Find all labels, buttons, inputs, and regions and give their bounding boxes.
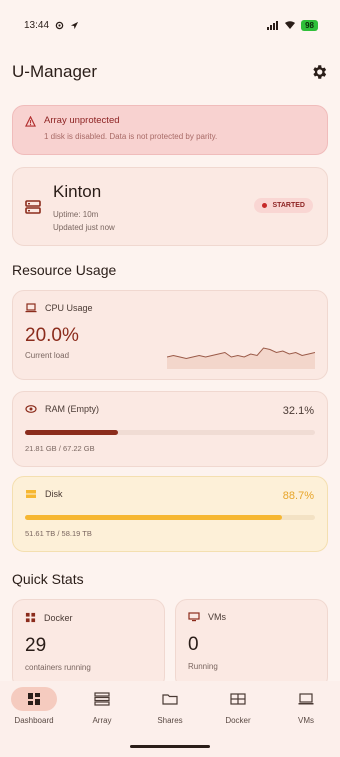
nav-item-dashboard[interactable]: Dashboard bbox=[4, 687, 64, 757]
quick-stats-title: Quick Stats bbox=[12, 571, 84, 587]
disk-icon bbox=[26, 490, 36, 498]
vms-icon bbox=[298, 693, 314, 705]
status-dot bbox=[262, 203, 268, 208]
settings-status-icon bbox=[55, 21, 64, 29]
docker-grid-icon bbox=[25, 612, 36, 623]
status-bar: 13:44 98 bbox=[0, 0, 340, 50]
vms-stat-card[interactable]: VMs 0 Running bbox=[175, 599, 328, 689]
docker-stat-sub: containers running bbox=[25, 663, 91, 672]
docker-stat-card[interactable]: Docker 29 containers running bbox=[12, 599, 165, 689]
vms-stat-sub: Running bbox=[188, 662, 218, 671]
array-icon bbox=[94, 692, 110, 706]
server-updated: Updated just now bbox=[53, 222, 115, 232]
alert-message: 1 disk is disabled. Data is not protecte… bbox=[44, 132, 218, 141]
warning-icon bbox=[25, 116, 36, 127]
status-badge: STARTED bbox=[254, 198, 313, 213]
nav-label-vms: VMs bbox=[298, 716, 314, 725]
nav-item-vms[interactable]: VMs bbox=[276, 687, 336, 757]
disk-progress-track bbox=[25, 515, 315, 520]
server-icon bbox=[25, 199, 41, 214]
ram-progress-track bbox=[25, 430, 315, 435]
disk-progress-fill bbox=[25, 515, 283, 520]
ram-progress-fill bbox=[25, 430, 119, 435]
resource-usage-title: Resource Usage bbox=[12, 262, 117, 278]
cpu-sparkline bbox=[167, 347, 315, 369]
eye-icon bbox=[25, 405, 37, 413]
status-badge-label: STARTED bbox=[272, 202, 305, 209]
laptop-icon bbox=[25, 303, 37, 313]
signal-icon bbox=[267, 20, 279, 30]
server-name: Kinton bbox=[53, 181, 102, 201]
alert-title: Array unprotected bbox=[44, 115, 120, 126]
vms-stat-value: 0 bbox=[188, 634, 199, 655]
disk-percent: 88.7% bbox=[282, 490, 314, 502]
nav-label-shares: Shares bbox=[157, 716, 183, 725]
cpu-usage-card[interactable]: CPU Usage 20.0% Current load bbox=[12, 290, 328, 380]
dashboard-icon bbox=[28, 693, 40, 705]
gear-icon[interactable] bbox=[310, 63, 328, 81]
home-indicator bbox=[130, 745, 210, 748]
vms-stat-label: VMs bbox=[208, 612, 226, 622]
disk-label: Disk bbox=[45, 489, 63, 499]
docker-stat-label: Docker bbox=[44, 612, 73, 623]
ram-label: RAM (Empty) bbox=[45, 404, 99, 414]
ram-percent: 32.1% bbox=[282, 405, 314, 417]
status-time: 13:44 bbox=[24, 19, 50, 31]
location-icon bbox=[70, 21, 79, 29]
ram-usage-text: 21.81 GB / 67.22 GB bbox=[25, 444, 95, 453]
docker-icon bbox=[230, 693, 246, 705]
monitor-icon bbox=[188, 612, 200, 622]
disk-usage-card[interactable]: Disk 88.7% 51.61 TB / 58.19 TB bbox=[12, 476, 328, 552]
nav-label-dashboard: Dashboard bbox=[14, 716, 54, 725]
battery-icon: 98 bbox=[301, 19, 318, 31]
app-title: U-Manager bbox=[12, 62, 98, 81]
nav-item-docker[interactable]: Docker bbox=[208, 687, 268, 757]
docker-stat-value: 29 bbox=[25, 635, 47, 656]
server-card[interactable]: Kinton Uptime: 10m Updated just now STAR… bbox=[12, 167, 328, 246]
nav-label-docker: Docker bbox=[225, 716, 251, 725]
disk-usage-text: 51.61 TB / 58.19 TB bbox=[25, 529, 92, 538]
wifi-icon bbox=[285, 21, 296, 29]
cpu-value: 20.0% bbox=[25, 325, 79, 346]
nav-item-array[interactable]: Array bbox=[72, 687, 132, 757]
shares-icon bbox=[162, 694, 178, 705]
nav-label-array: Array bbox=[92, 716, 112, 725]
array-alert-card[interactable]: Array unprotected 1 disk is disabled. Da… bbox=[12, 105, 328, 155]
server-uptime: Uptime: 10m bbox=[53, 209, 99, 219]
app-header: U-Manager bbox=[0, 58, 340, 86]
cpu-label: CPU Usage bbox=[45, 303, 93, 313]
ram-usage-card[interactable]: RAM (Empty) 32.1% 21.81 GB / 67.22 GB bbox=[12, 391, 328, 467]
